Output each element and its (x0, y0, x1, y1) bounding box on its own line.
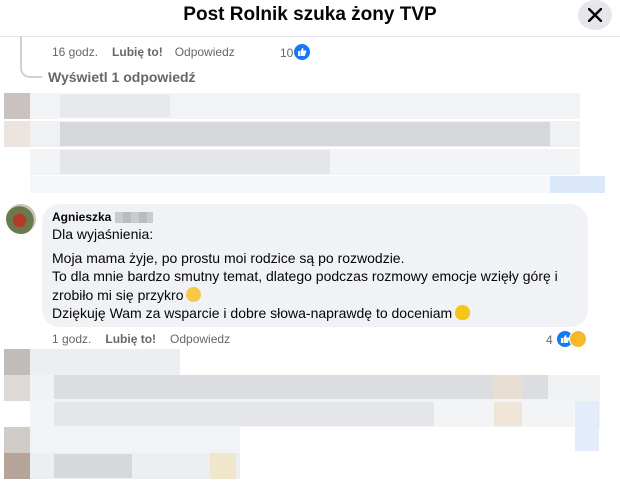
sad-face-emoji (186, 287, 202, 302)
reply-thread-line (20, 36, 42, 78)
comment-line-4: zrobiło mi się przykro (52, 287, 202, 303)
comment-line-1: Dla wyjaśnienia: (52, 226, 154, 242)
comment-line-2: Moja mama żyje, po prostu moi rodzice są… (52, 250, 405, 266)
close-icon (588, 8, 602, 22)
comment-timestamp[interactable]: 1 godz. (52, 332, 91, 346)
like-button[interactable]: Lubię to! (112, 45, 163, 59)
post-title: Post Rolnik szuka żony TVP (183, 4, 437, 25)
comment-timestamp[interactable]: 16 godz. (52, 45, 98, 59)
redacted-surname (115, 211, 154, 223)
reply-button[interactable]: Odpowiedz (175, 45, 235, 59)
comment-line-5-text: Dziękuję Wam za wsparcie i dobre słowa-n… (52, 305, 453, 321)
comment-line-5: Dziękuję Wam za wsparcie i dobre słowa-n… (52, 305, 471, 321)
reaction-count[interactable]: 4 (546, 333, 553, 347)
reply-button[interactable]: Odpowiedz (170, 332, 230, 346)
comment-line-4-text: zrobiło mi się przykro (52, 287, 184, 303)
reaction-count[interactable]: 10 (280, 46, 293, 60)
comment-author[interactable]: Agnieszka (52, 210, 154, 224)
care-reaction-icon[interactable] (569, 330, 587, 348)
blurred-comment (0, 347, 620, 492)
blurred-comment (0, 93, 620, 193)
comment-line-3: To dla mnie bardzo smutny temat, dlatego… (52, 268, 558, 284)
dialog-header: Post Rolnik szuka żony TVP (0, 0, 620, 37)
comment-actions: 16 godz. Lubię to! Odpowiedz (52, 45, 235, 59)
yellow-heart-emoji (455, 305, 471, 320)
like-button[interactable]: Lubię to! (105, 332, 156, 346)
avatar[interactable] (6, 204, 36, 234)
author-name[interactable]: Agnieszka (52, 210, 111, 224)
close-button[interactable] (578, 0, 612, 30)
like-reaction-icon[interactable] (293, 43, 311, 61)
view-replies-link[interactable]: Wyświetl 1 odpowiedź (48, 69, 196, 85)
comment-actions: 1 godz. Lubię to! Odpowiedz (52, 332, 230, 346)
